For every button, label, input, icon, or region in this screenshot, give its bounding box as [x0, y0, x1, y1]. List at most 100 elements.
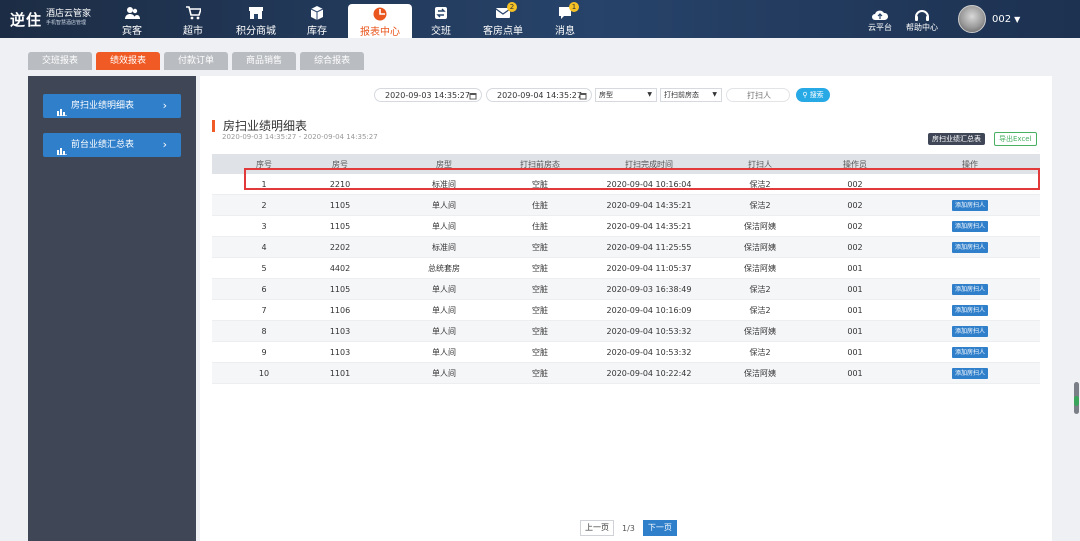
cell-room-no: 4402 — [284, 257, 396, 279]
cloud-platform-button[interactable]: 云平台 — [868, 0, 892, 38]
cell-room-type: 单人间 — [396, 341, 492, 363]
prev-page-button[interactable]: 上一页 — [580, 520, 614, 536]
bar-chart-icon — [57, 102, 67, 116]
cell-operator: 001 — [810, 257, 900, 279]
cell-finish-time: 2020-09-04 10:53:32 — [588, 320, 710, 342]
nav-guest[interactable]: 宾客 — [102, 0, 162, 38]
table-row: 4 2202 标准间 空脏 2020-09-04 11:25:55 保洁阿姨 002 添加房扫… — [212, 236, 1040, 258]
next-page-button[interactable]: 下一页 — [642, 520, 677, 536]
nav-report-center[interactable]: 报表中心 — [348, 4, 412, 38]
report-tabs: 交班报表 绩效报表 付款订单 商品销售 综合报表 — [28, 52, 368, 70]
tab-product-sales[interactable]: 商品销售 — [232, 52, 297, 70]
cell-room-type: 单人间 — [396, 278, 492, 300]
nav-points-mall[interactable]: 积分商城 — [226, 0, 286, 38]
table-row: 5 4402 总统套房 空脏 2020-09-04 11:05:37 保洁阿姨 001 — [212, 257, 1040, 279]
main-panel: 2020-09-03 14:35:27 2020-09-04 14:35:27 … — [200, 76, 1052, 541]
pie-chart-icon — [372, 6, 388, 22]
cell-room-type: 单人间 — [396, 299, 492, 321]
table-row: 6 1105 单人间 空脏 2020-09-03 16:38:49 保洁2 001 添加房扫人 — [212, 278, 1040, 300]
cell-room-no: 1101 — [284, 362, 396, 384]
handover-icon — [433, 5, 449, 21]
cell-cleaner: 保洁阿姨 — [710, 362, 810, 384]
cell-cleaner: 保洁2 — [710, 174, 810, 195]
cleaner-input[interactable] — [726, 88, 790, 102]
bar-chart-icon — [57, 141, 67, 155]
tab-performance-report[interactable]: 绩效报表 — [96, 52, 161, 70]
col-header-cleaner: 打扫人 — [710, 154, 810, 174]
cell-action: 添加房扫人 — [900, 278, 1040, 300]
col-header-action: 操作 — [900, 154, 1040, 174]
add-cleaner-button[interactable]: 添加房扫人 — [951, 241, 988, 253]
cell-finish-time: 2020-09-04 11:05:37 — [588, 257, 710, 279]
sidebar-item-cleaning-detail[interactable]: 房扫业绩明细表 › — [43, 94, 181, 118]
end-date-input[interactable]: 2020-09-04 14:35:27 — [486, 88, 592, 102]
add-cleaner-button[interactable]: 添加房扫人 — [951, 283, 988, 295]
export-excel-button[interactable]: 导出Excel — [994, 132, 1037, 146]
search-button[interactable]: ⚲ 搜索 — [796, 88, 830, 102]
table-row: 3 1105 单人间 住脏 2020-09-04 14:35:21 保洁阿姨 002 添加房扫… — [212, 215, 1040, 237]
sidebar: 房扫业绩明细表 › 前台业绩汇总表 › — [28, 76, 196, 541]
nav-supermarket[interactable]: 超市 — [163, 0, 223, 38]
app-logo: 逆住 酒店云管家 手机智慧酒店管理 — [10, 9, 91, 30]
cell-finish-time: 2020-09-04 10:16:09 — [588, 299, 710, 321]
cell-room-no: 1106 — [284, 299, 396, 321]
col-header-room-no: 房号 — [284, 154, 396, 174]
store-icon — [248, 5, 264, 21]
user-menu[interactable]: 002 ▼ — [958, 5, 1020, 33]
cleaning-summary-button[interactable]: 房扫业绩汇总表 — [928, 133, 985, 145]
pre-cleaning-status-select[interactable]: 打扫前房态 ▼ — [660, 88, 722, 102]
tab-payment-orders[interactable]: 付款订单 — [164, 52, 229, 70]
cell-cleaner: 保洁2 — [710, 278, 810, 300]
message-badge: 1 — [569, 2, 579, 12]
table-row: 9 1103 单人间 空脏 2020-09-04 10:53:32 保洁2 001 添加房扫人 — [212, 341, 1040, 363]
add-cleaner-button[interactable]: 添加房扫人 — [951, 199, 988, 211]
cell-operator: 002 — [810, 236, 900, 258]
page-scrollbar[interactable] — [1074, 382, 1079, 414]
col-header-pre-status: 打扫前房态 — [492, 154, 588, 174]
performance-table: 序号 房号 房型 打扫前房态 打扫完成时间 打扫人 操作员 操作 1 2210 标准… — [212, 154, 1040, 384]
cell-operator: 002 — [810, 215, 900, 237]
search-icon: ⚲ — [802, 91, 808, 99]
add-cleaner-button[interactable]: 添加房扫人 — [951, 304, 988, 316]
nav-inventory[interactable]: 库存 — [287, 0, 347, 38]
cell-action: 添加房扫人 — [900, 320, 1040, 342]
table-row: 1 2210 标准间 空脏 2020-09-04 10:16:04 保洁2 002 — [212, 174, 1040, 195]
add-cleaner-button[interactable]: 添加房扫人 — [951, 367, 988, 379]
cell-room-type: 单人间 — [396, 362, 492, 384]
add-cleaner-button[interactable]: 添加房扫人 — [951, 325, 988, 337]
add-cleaner-button[interactable]: 添加房扫人 — [951, 220, 988, 232]
room-type-select[interactable]: 房型 ▼ — [595, 88, 657, 102]
nav-handover[interactable]: 交班 — [411, 0, 471, 38]
cell-index: 6 — [244, 278, 284, 300]
cell-finish-time: 2020-09-03 16:38:49 — [588, 278, 710, 300]
cell-index: 5 — [244, 257, 284, 279]
tab-handover-report[interactable]: 交班报表 — [28, 52, 93, 70]
order-icon: 2 — [495, 2, 517, 21]
start-date-input[interactable]: 2020-09-03 14:35:27 — [374, 88, 482, 102]
cell-finish-time: 2020-09-04 11:25:55 — [588, 236, 710, 258]
help-center-button[interactable]: 帮助中心 — [906, 0, 938, 38]
cell-room-no: 1105 — [284, 215, 396, 237]
cell-cleaner: 保洁2 — [710, 299, 810, 321]
add-cleaner-button[interactable]: 添加房扫人 — [951, 346, 988, 358]
message-icon: 1 — [557, 2, 579, 21]
cell-cleaner: 保洁2 — [710, 341, 810, 363]
nav-room-order[interactable]: 2 客房点单 — [473, 0, 533, 38]
tab-general-report[interactable]: 综合报表 — [300, 52, 365, 70]
nav-messages[interactable]: 1 消息 — [535, 0, 595, 38]
sidebar-item-frontdesk-summary[interactable]: 前台业绩汇总表 › — [43, 133, 181, 157]
cell-action: 添加房扫人 — [900, 194, 1040, 216]
cell-index: 2 — [244, 194, 284, 216]
cell-pre-status: 空脏 — [492, 341, 588, 363]
col-header-finish-time: 打扫完成时间 — [588, 154, 710, 174]
cell-pre-status: 空脏 — [492, 236, 588, 258]
cell-action: 添加房扫人 — [900, 299, 1040, 321]
cell-cleaner: 保洁阿姨 — [710, 236, 810, 258]
cell-finish-time: 2020-09-04 14:35:21 — [588, 215, 710, 237]
filter-bar: 2020-09-03 14:35:27 2020-09-04 14:35:27 … — [200, 88, 1052, 104]
cell-room-no: 1105 — [284, 194, 396, 216]
cell-pre-status: 空脏 — [492, 257, 588, 279]
caret-down-icon: ▼ — [647, 91, 652, 98]
cell-index: 7 — [244, 299, 284, 321]
calendar-icon — [579, 91, 587, 100]
